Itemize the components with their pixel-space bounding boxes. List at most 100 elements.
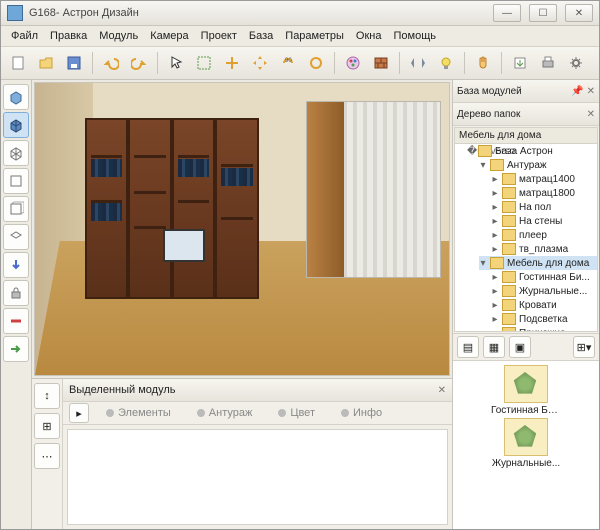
svg-text:90: 90 [285,58,292,64]
lock-icon[interactable] [3,280,29,306]
separator [92,52,93,74]
add-red-icon[interactable] [3,308,29,334]
tree-leaf[interactable]: ▸Подсветка [491,312,597,326]
rotate-icon[interactable] [303,50,329,76]
tree-node-selected[interactable]: ▾Мебель для дома [479,256,597,270]
panel-tool-3-icon[interactable]: ⋯ [34,443,60,469]
open-icon[interactable] [33,50,59,76]
arrow-green-icon[interactable] [3,336,29,362]
tree-leaf[interactable]: ▸На пол [491,200,597,214]
tree-root-label: Мебель для дома [455,128,597,144]
folder-icon [478,145,492,157]
tree-leaf[interactable]: ▸Журнальные... [491,284,597,298]
folder-icon [502,243,516,255]
minimize-button[interactable]: — [493,4,521,22]
tab-entourage[interactable]: Антураж [188,404,262,422]
thumb-view2-icon[interactable]: ▦ [483,336,505,358]
arrow-down-icon[interactable] [3,252,29,278]
app-icon [7,5,23,21]
view-wire-icon[interactable] [3,140,29,166]
folder-icon [502,187,516,199]
pin-icon[interactable]: 📌 [571,86,583,97]
left-toolbar [1,80,32,529]
thumbnail-label: Журнальные... [492,458,560,469]
menubar: Файл Правка Модуль Камера Проект База Па… [1,26,599,47]
window-title: G168- Астрон Дизайн [29,7,485,19]
undo-icon[interactable] [98,50,124,76]
tree-node[interactable]: ▾Антураж [479,158,597,172]
main-toolbar: 90 [1,47,599,80]
app-window: G168- Астрон Дизайн — ☐ ✕ Файл Правка Мо… [0,0,600,530]
menu-file[interactable]: Файл [5,28,44,44]
panel-tool-1-icon[interactable]: ↕ [34,383,60,409]
view-side-icon[interactable] [3,196,29,222]
tree-leaf[interactable]: ▸плеер [491,228,597,242]
folder-icon [502,173,516,185]
new-icon[interactable] [5,50,31,76]
separator [501,52,502,74]
folder-icon [502,271,516,283]
menu-windows[interactable]: Окна [350,28,388,44]
tab-info[interactable]: Инфо [332,404,391,422]
select-rect-icon[interactable] [191,50,217,76]
thumbnail-item[interactable]: Журнальные... [457,418,595,469]
settings-icon[interactable] [563,50,589,76]
menu-camera[interactable]: Камера [144,28,194,44]
tab-elements[interactable]: Элементы [97,404,180,422]
bulb-icon[interactable] [433,50,459,76]
menu-base[interactable]: База [243,28,279,44]
3d-viewport[interactable] [34,82,450,376]
menu-project[interactable]: Проект [195,28,243,44]
tree-leaf[interactable]: ▸На стены [491,214,597,228]
save-icon[interactable] [61,50,87,76]
tab-color[interactable]: Цвет [269,404,324,422]
tree-node-root[interactable]: �universoБаза Астрон [467,144,597,158]
folder-icon [502,229,516,241]
flip-h-icon[interactable] [405,50,431,76]
thumb-view1-icon[interactable]: ▤ [457,336,479,358]
hand-icon[interactable] [470,50,496,76]
cursor-icon[interactable] [163,50,189,76]
view-persp-icon[interactable] [3,224,29,250]
menu-edit[interactable]: Правка [44,28,93,44]
folder-tree[interactable]: Мебель для дома �universoБаза Астрон ▾Ан… [454,127,598,332]
maximize-button[interactable]: ☐ [529,4,557,22]
separator [334,52,335,74]
view-top-icon[interactable] [3,168,29,194]
close-button[interactable]: ✕ [565,4,593,22]
panel-expand-icon[interactable]: ▸ [69,403,89,423]
view-shaded-icon[interactable] [3,112,29,138]
redo-icon[interactable] [126,50,152,76]
wall-icon[interactable] [368,50,394,76]
tree-leaf[interactable]: ▸тв_плазма [491,242,597,256]
scene-curtain [306,101,440,278]
print-icon[interactable] [535,50,561,76]
move-icon[interactable] [247,50,273,76]
tree-leaf[interactable]: ▸Прихожие [491,326,597,332]
view-solid-icon[interactable] [3,84,29,110]
pan-icon[interactable] [219,50,245,76]
menu-params[interactable]: Параметры [279,28,350,44]
scene-wardrobe [85,118,259,299]
tree-panel-header: Дерево папок ✕ [453,103,599,126]
thumb-toolbar: ▤ ▦ ▣ ⊞▾ [453,333,599,360]
tree-leaf[interactable]: ▸Гостинная Би... [491,270,597,284]
palette-icon[interactable] [340,50,366,76]
rotate-90-icon[interactable]: 90 [275,50,301,76]
thumbnail-item[interactable]: Гостинная Би... [457,365,595,416]
tree-leaf[interactable]: ▸Кровати [491,298,597,312]
export-icon[interactable] [507,50,533,76]
modules-close-icon[interactable]: ✕ [587,86,595,97]
menu-module[interactable]: Модуль [93,28,144,44]
panel-tool-2-icon[interactable]: ⊞ [34,413,60,439]
folder-icon [502,299,516,311]
tree-leaf[interactable]: ▸матрац1400 [491,172,597,186]
tree-close-icon[interactable]: ✕ [587,109,595,120]
folder-large-icon [504,418,548,456]
panel-tabs: ▸ Элементы Антураж Цвет Инфо [63,402,452,425]
menu-help[interactable]: Помощь [387,28,442,44]
thumb-opts-icon[interactable]: ⊞▾ [573,336,595,358]
tree-leaf[interactable]: ▸матрац1800 [491,186,597,200]
thumb-view3-icon[interactable]: ▣ [509,336,531,358]
panel-close-icon[interactable]: ✕ [438,385,446,396]
